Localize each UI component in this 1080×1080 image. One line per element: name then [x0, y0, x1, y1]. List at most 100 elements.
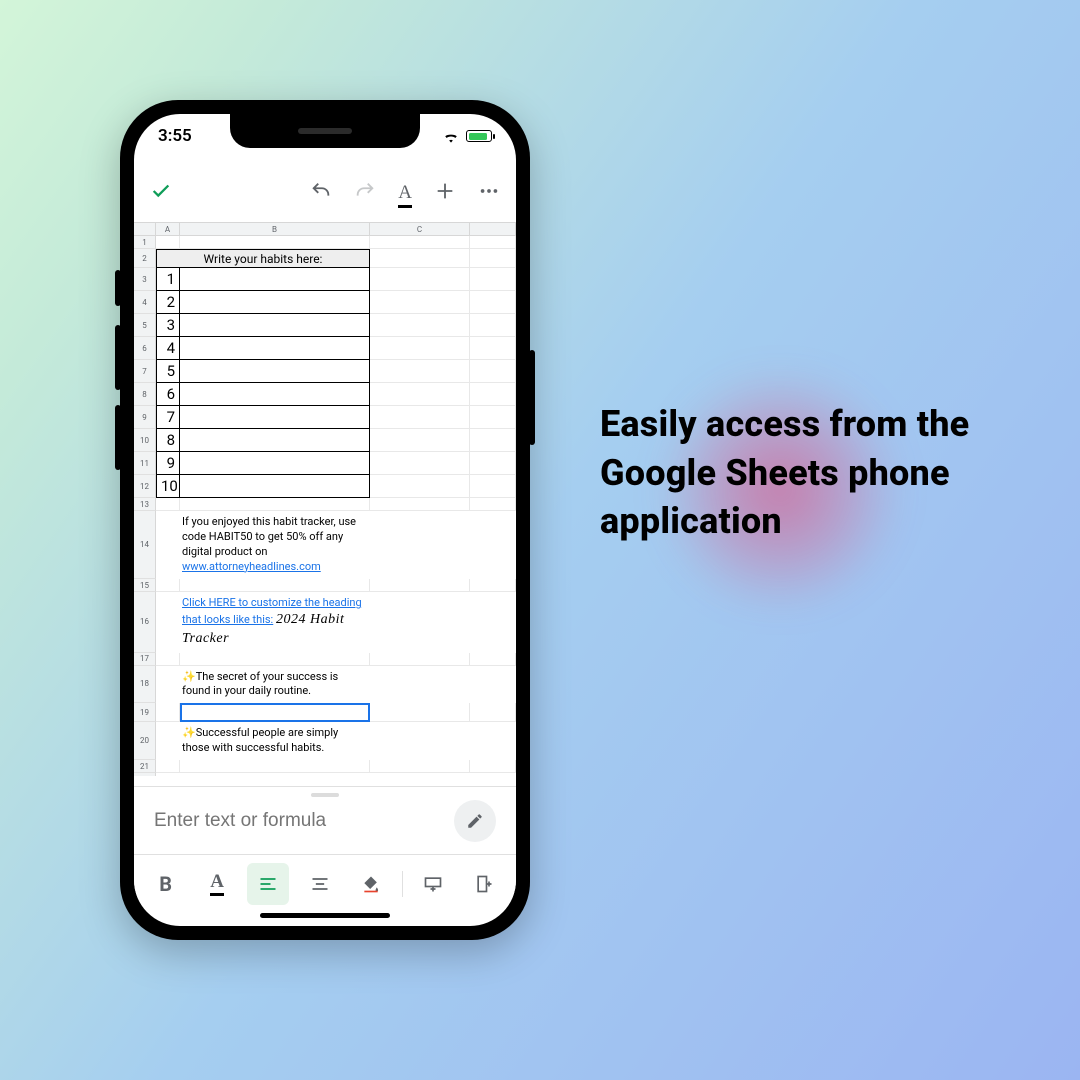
insert-row-button[interactable]	[412, 863, 454, 905]
row-header[interactable]: 15	[134, 579, 156, 592]
habit-input-cell[interactable]	[180, 268, 370, 291]
quote-cell[interactable]: ✨You'll never change your life until you…	[180, 773, 370, 776]
phone-screen: 3:55 A A B C	[134, 114, 516, 926]
row-header[interactable]: 8	[134, 383, 156, 406]
promo-cell[interactable]: If you enjoyed this habit tracker, use c…	[180, 511, 370, 579]
habit-number-cell[interactable]: 4	[156, 337, 180, 360]
promo-link[interactable]: www.attorneyheadlines.com	[182, 560, 321, 573]
habit-number-cell[interactable]: 10	[156, 475, 180, 498]
row-header[interactable]: 22	[134, 773, 156, 776]
customize-link[interactable]: Click HERE to customize the heading	[182, 596, 362, 609]
row-header[interactable]: 5	[134, 314, 156, 337]
habit-input-cell[interactable]	[180, 383, 370, 406]
row-header[interactable]: 6	[134, 337, 156, 360]
redo-icon	[354, 180, 376, 202]
habit-number-cell[interactable]: 3	[156, 314, 180, 337]
phone-frame: 3:55 A A B C	[120, 100, 530, 940]
habit-number-cell[interactable]: 9	[156, 452, 180, 475]
quote-cell[interactable]: ✨Successful people are simply those with…	[180, 722, 370, 760]
column-header[interactable]: C	[370, 223, 470, 235]
paint-bucket-icon	[361, 874, 381, 894]
insert-row-icon	[423, 874, 443, 894]
habit-number-cell[interactable]: 8	[156, 429, 180, 452]
habit-input-cell[interactable]	[180, 337, 370, 360]
insert-column-button[interactable]	[463, 863, 505, 905]
selected-cell[interactable]	[180, 703, 370, 722]
row-header[interactable]: 13	[134, 498, 156, 511]
drag-handle[interactable]	[311, 793, 339, 797]
redo-button[interactable]	[354, 180, 376, 206]
text-color-button[interactable]: A	[196, 863, 238, 905]
row-header[interactable]: 20	[134, 722, 156, 760]
marketing-caption: Easily access from the Google Sheets pho…	[600, 400, 1020, 546]
row-header[interactable]: 10	[134, 429, 156, 452]
formula-input[interactable]	[154, 810, 442, 832]
row-header[interactable]: 14	[134, 511, 156, 579]
habit-number-cell[interactable]: 1	[156, 268, 180, 291]
wifi-icon	[442, 130, 460, 143]
customize-link[interactable]: that looks like this:	[182, 613, 273, 626]
align-left-button[interactable]	[247, 863, 289, 905]
row-header[interactable]: 17	[134, 653, 156, 666]
home-indicator[interactable]	[260, 913, 390, 918]
row-header[interactable]: 21	[134, 760, 156, 773]
habit-input-cell[interactable]	[180, 475, 370, 498]
column-header[interactable]: B	[180, 223, 370, 235]
habit-number-cell[interactable]: 7	[156, 406, 180, 429]
column-header[interactable]: A	[156, 223, 180, 235]
phone-side-button	[115, 270, 121, 306]
row-header[interactable]: 7	[134, 360, 156, 383]
phone-side-button	[115, 405, 121, 470]
habit-input-cell[interactable]	[180, 406, 370, 429]
row-header[interactable]: 1	[134, 236, 156, 249]
row-header[interactable]: 11	[134, 452, 156, 475]
battery-icon	[466, 130, 492, 142]
check-icon	[150, 180, 172, 202]
separator	[402, 871, 403, 897]
habit-input-cell[interactable]	[180, 314, 370, 337]
edit-button[interactable]	[454, 800, 496, 842]
align-left-icon	[258, 874, 278, 894]
bold-button[interactable]: B	[145, 863, 187, 905]
pencil-icon	[466, 812, 484, 830]
plus-icon	[434, 180, 456, 202]
spreadsheet-grid[interactable]: A B C 1 2 Write your habits here: 31 42 …	[134, 222, 516, 776]
align-center-button[interactable]	[299, 863, 341, 905]
undo-button[interactable]	[310, 180, 332, 206]
align-center-icon	[310, 874, 330, 894]
select-all-corner[interactable]	[134, 223, 156, 235]
column-headers[interactable]: A B C	[134, 222, 516, 236]
row-header[interactable]: 19	[134, 703, 156, 722]
habit-input-cell[interactable]	[180, 360, 370, 383]
habit-number-cell[interactable]: 5	[156, 360, 180, 383]
row-header[interactable]: 4	[134, 291, 156, 314]
row-header[interactable]: 12	[134, 475, 156, 498]
phone-side-button	[115, 325, 121, 390]
row-header[interactable]: 3	[134, 268, 156, 291]
promo-text: If you enjoyed this habit tracker, use c…	[182, 515, 356, 558]
status-time: 3:55	[158, 126, 192, 146]
row-header[interactable]: 18	[134, 666, 156, 704]
more-horizontal-icon	[478, 180, 500, 202]
column-header[interactable]	[470, 223, 516, 235]
text-format-button[interactable]: A	[398, 182, 412, 204]
top-toolbar: A	[134, 169, 516, 217]
phone-side-button	[529, 350, 535, 445]
confirm-button[interactable]	[150, 180, 172, 206]
row-header[interactable]: 16	[134, 592, 156, 653]
add-button[interactable]	[434, 180, 456, 206]
habit-input-cell[interactable]	[180, 429, 370, 452]
row-header[interactable]: 9	[134, 406, 156, 429]
habit-input-cell[interactable]	[180, 291, 370, 314]
quote-cell[interactable]: ✨The secret of your success is found in …	[180, 666, 370, 704]
habit-input-cell[interactable]	[180, 452, 370, 475]
more-button[interactable]	[478, 180, 500, 206]
habits-header-cell[interactable]: Write your habits here:	[156, 249, 370, 268]
habit-number-cell[interactable]: 2	[156, 291, 180, 314]
customize-cell[interactable]: Click HERE to customize the heading that…	[180, 592, 370, 653]
habit-number-cell[interactable]: 6	[156, 383, 180, 406]
format-toolbar: B A	[134, 854, 516, 912]
formula-bar[interactable]	[134, 786, 516, 854]
fill-color-button[interactable]	[350, 863, 392, 905]
row-header[interactable]: 2	[134, 249, 156, 268]
